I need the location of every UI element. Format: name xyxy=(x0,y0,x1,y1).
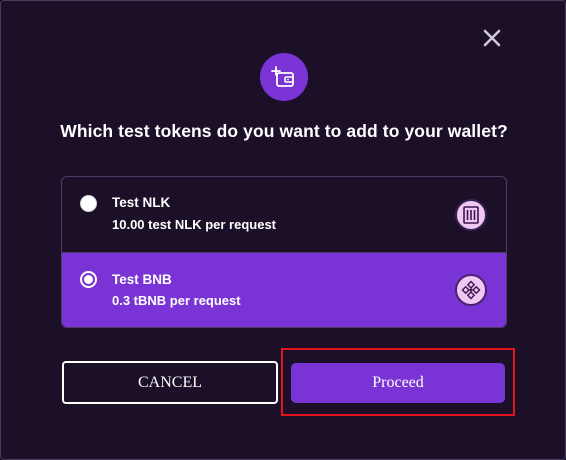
bnb-token-icon xyxy=(455,274,487,306)
radio-button-bnb[interactable] xyxy=(80,271,97,288)
token-option-nlk[interactable]: Test NLK 10.00 test NLK per request xyxy=(62,177,506,252)
token-option-description: 10.00 test NLK per request xyxy=(112,217,277,232)
radio-button-nlk[interactable] xyxy=(80,195,97,212)
wallet-add-icon xyxy=(260,53,308,101)
nlk-token-icon xyxy=(455,199,487,231)
token-option-bnb[interactable]: Test BNB 0.3 tBNB per request xyxy=(62,252,506,327)
proceed-button[interactable]: Proceed xyxy=(291,363,505,403)
token-option-name: Test NLK xyxy=(112,195,171,210)
token-option-name: Test BNB xyxy=(112,272,172,287)
token-options-list: Test NLK 10.00 test NLK per request Test… xyxy=(61,176,507,328)
token-option-description: 0.3 tBNB per request xyxy=(112,293,241,308)
close-icon[interactable] xyxy=(481,27,503,49)
add-test-tokens-dialog: Which test tokens do you want to add to … xyxy=(0,0,566,460)
cancel-button[interactable]: CANCEL xyxy=(62,361,278,404)
dialog-title: Which test tokens do you want to add to … xyxy=(60,121,508,141)
